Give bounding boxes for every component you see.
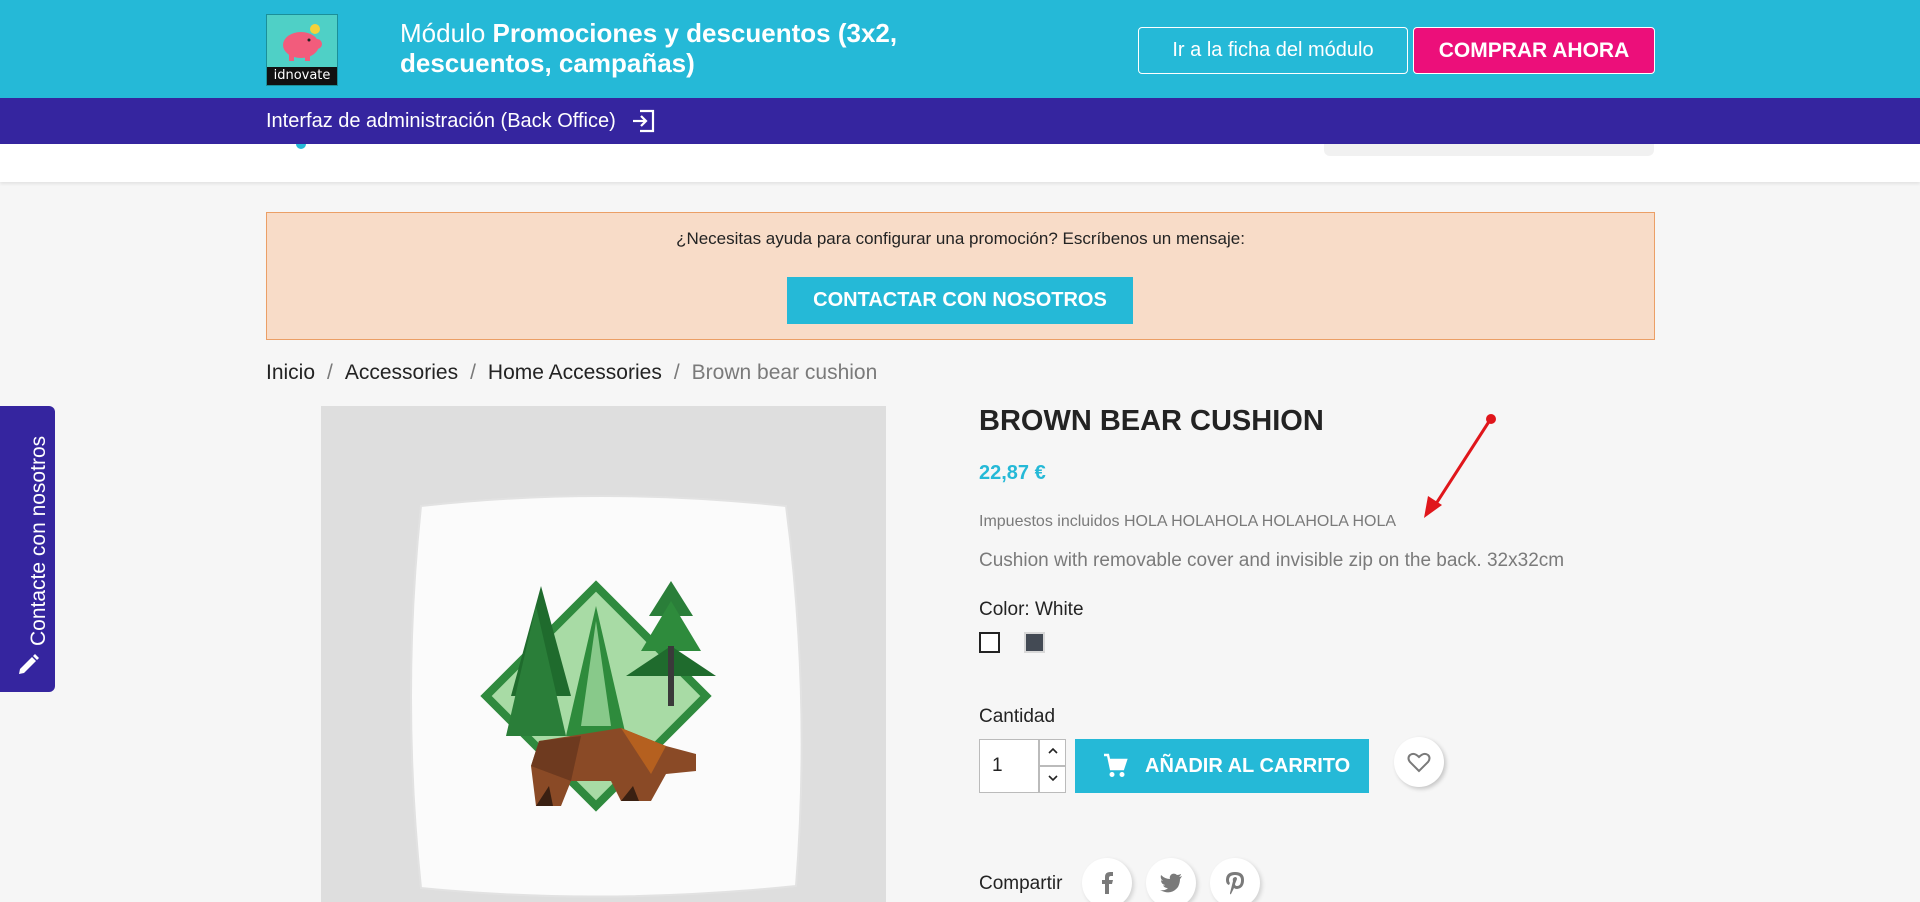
breadcrumb-separator: / (470, 361, 476, 384)
color-swatch-grey[interactable] (1024, 632, 1045, 653)
help-banner: ¿Necesitas ayuda para configurar una pro… (266, 212, 1655, 340)
pencil-icon (19, 654, 39, 674)
product-price: 22,87 € (979, 462, 1046, 484)
share-facebook-button[interactable] (1082, 858, 1132, 902)
breadcrumb-separator: / (673, 361, 680, 384)
quantity-input[interactable]: 1 (979, 739, 1039, 793)
wishlist-button[interactable] (1394, 737, 1444, 787)
admin-bar: Interfaz de administración (Back Office) (0, 98, 1920, 144)
contact-side-tab[interactable]: Contacte con nosotros (0, 406, 55, 692)
quantity-increase-button[interactable] (1039, 739, 1066, 766)
quantity-decrease-button[interactable] (1039, 766, 1066, 793)
back-office-link[interactable]: Interfaz de administración (Back Office) (266, 98, 656, 144)
color-label: Color: White (979, 599, 1084, 620)
breadcrumb-separator: / (327, 361, 333, 384)
twitter-icon (1160, 873, 1182, 893)
promo-topbar: idnovate Módulo Promociones y descuentos… (0, 0, 1920, 98)
breadcrumb: Inicio / Accessories / Home Accessories … (266, 361, 877, 385)
cart-icon (1104, 753, 1128, 777)
annotation-arrow-icon (1424, 414, 1496, 518)
chevron-up-icon (1047, 747, 1058, 754)
add-to-cart-button[interactable]: AÑADIR AL CARRITO (1075, 739, 1369, 793)
product-title: BROWN BEAR CUSHION (979, 405, 1324, 437)
product-description: Cushion with removable cover and invisib… (979, 550, 1565, 571)
search-widget[interactable] (1324, 144, 1654, 156)
header-accent (296, 144, 306, 149)
breadcrumb-current: Brown bear cushion (691, 361, 878, 384)
breadcrumb-home-accessories[interactable]: Home Accessories (488, 361, 662, 385)
back-office-label: Interfaz de administración (Back Office) (266, 110, 616, 132)
idnovate-logo[interactable]: idnovate (266, 14, 338, 86)
module-title-prefix: Módulo (400, 18, 493, 48)
share-label: Compartir (979, 873, 1063, 894)
contact-side-tab-label: Contacte con nosotros (27, 435, 50, 646)
chevron-down-icon (1047, 775, 1058, 782)
contact-us-button[interactable]: CONTACTAR CON NOSOTROS (787, 277, 1133, 324)
logo-brand-text: idnovate (267, 67, 337, 85)
facebook-icon (1102, 872, 1113, 894)
breadcrumb-accessories[interactable]: Accessories (345, 361, 458, 385)
module-page-button[interactable]: Ir a la ficha del módulo (1138, 27, 1408, 74)
heart-icon (1407, 752, 1431, 773)
help-text: ¿Necesitas ayuda para configurar una pro… (676, 229, 1245, 248)
breadcrumb-home[interactable]: Inicio (266, 361, 315, 385)
add-to-cart-label: AÑADIR AL CARRITO (1145, 754, 1351, 777)
sign-in-icon (632, 109, 654, 133)
tax-info-label: Impuestos incluidos HOLA HOLAHOLA HOLAHO… (979, 513, 1397, 530)
pinterest-icon (1226, 872, 1244, 895)
color-swatch-white[interactable] (979, 632, 1000, 653)
module-title: Módulo Promociones y descuentos (3x2, de… (400, 18, 960, 78)
product-image[interactable] (321, 406, 886, 902)
shop-header (0, 144, 1920, 182)
quantity-label: Cantidad (979, 706, 1056, 727)
cushion-illustration (321, 406, 886, 902)
share-twitter-button[interactable] (1146, 858, 1196, 902)
share-pinterest-button[interactable] (1210, 858, 1260, 902)
buy-now-button[interactable]: COMPRAR AHORA (1413, 27, 1655, 74)
piggy-bank-icon (283, 24, 322, 61)
